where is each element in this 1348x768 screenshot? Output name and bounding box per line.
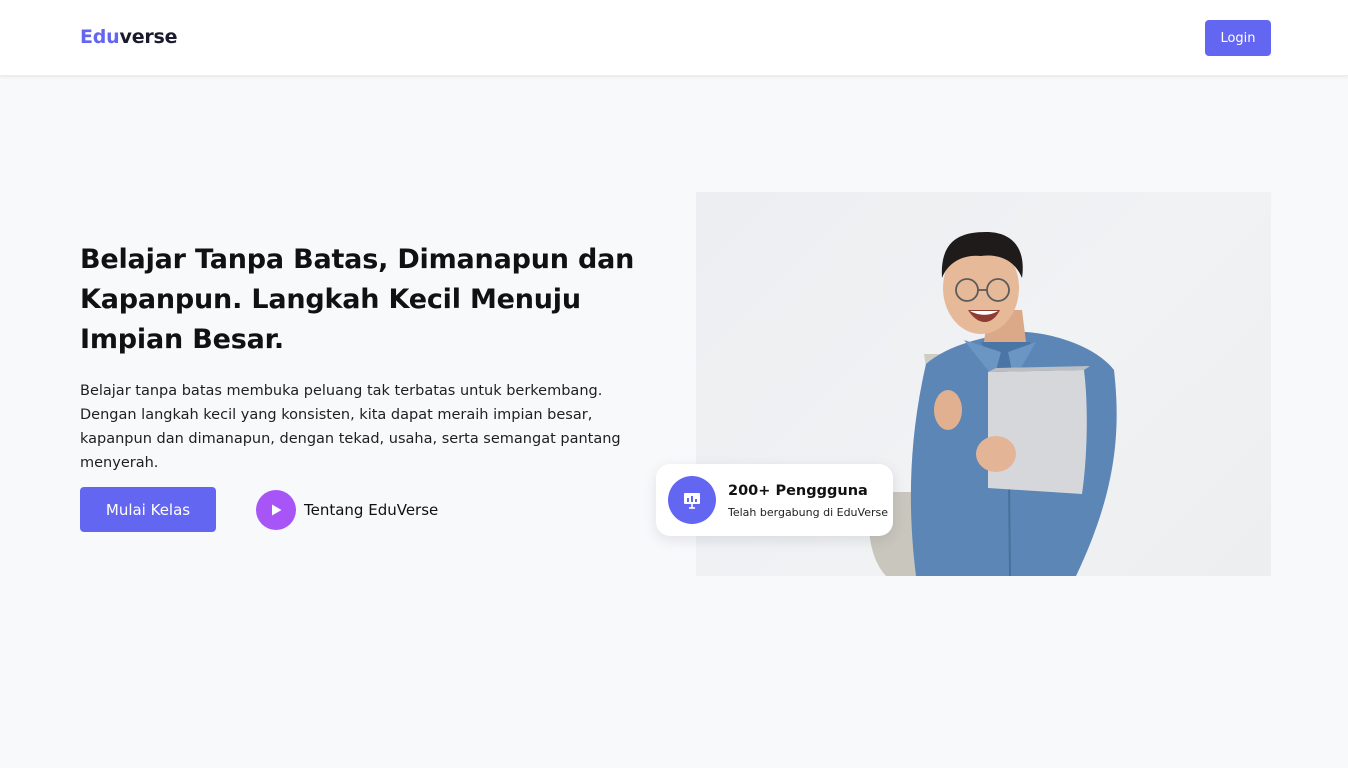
brand-accent: Edu [80,26,120,48]
about-eduverse-label: Tentang EduVerse [304,501,439,519]
login-button[interactable]: Login [1205,20,1271,56]
about-eduverse-link[interactable]: Tentang EduVerse [256,490,438,530]
brand-rest: verse [119,26,178,48]
hero-title: Belajar Tanpa Batas, Dimanapun dan Kapan… [80,244,635,355]
stat-label: Telah bergabung di EduVerse [728,506,888,519]
play-icon [256,490,296,530]
start-class-button[interactable]: Mulai Kelas [80,487,216,532]
users-stat-card: 200+ Penggguna Telah bergabung di EduVer… [656,464,893,536]
stat-value: 200+ Penggguna [728,483,868,499]
navbar: Eduverse Login [0,0,1348,76]
brand-logo[interactable]: Eduverse [80,26,178,48]
hero-description: Belajar tanpa batas membuka peluang tak … [80,383,621,471]
presentation-chart-icon [668,476,716,524]
